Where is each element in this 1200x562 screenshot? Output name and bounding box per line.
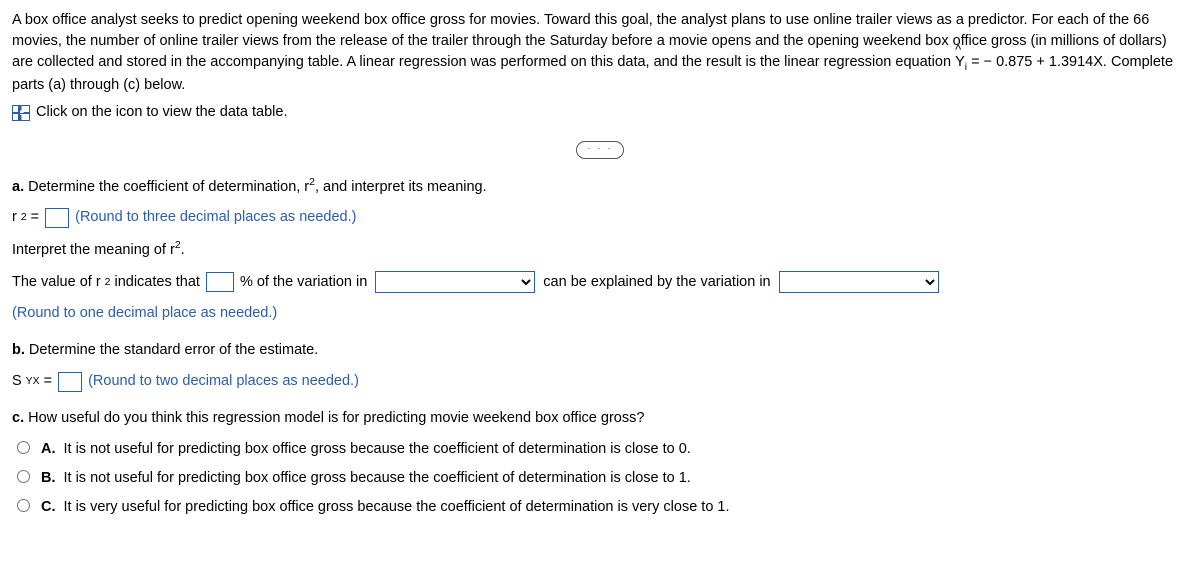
percent-input[interactable] xyxy=(206,272,234,292)
option-a-text: It is not useful for predicting box offi… xyxy=(64,439,691,460)
sent-p1: The value of r xyxy=(12,272,101,293)
part-a-text2: , and interpret its meaning. xyxy=(315,178,487,194)
option-c-label: C. xyxy=(41,497,56,518)
part-a-text: Determine the coefficient of determinati… xyxy=(24,178,309,194)
part-c-label: c. xyxy=(12,410,24,426)
percent-round-hint: (Round to one decimal place as needed.) xyxy=(12,303,1188,324)
part-b: b. Determine the standard error of the e… xyxy=(12,340,1188,392)
sup-2-a4: 2 xyxy=(105,275,111,290)
part-b-label: b. xyxy=(12,342,25,358)
option-c-radio[interactable] xyxy=(17,499,30,512)
part-a: a. Determine the coefficient of determin… xyxy=(12,175,1188,325)
r2-symbol: r xyxy=(12,207,17,228)
option-b-text: It is not useful for predicting box offi… xyxy=(64,468,691,489)
part-c-text: How useful do you think this regression … xyxy=(24,410,644,426)
variation-dropdown-2[interactable] xyxy=(779,271,939,293)
equals-1: = xyxy=(31,207,39,228)
sent-p3: % of the variation in xyxy=(240,272,367,293)
sent-p2: indicates that xyxy=(114,272,199,293)
r2-round-hint: (Round to three decimal places as needed… xyxy=(75,207,356,228)
problem-intro: A box office analyst seeks to predict op… xyxy=(12,10,1188,96)
interpret-head-post: . xyxy=(181,242,185,258)
option-a-radio[interactable] xyxy=(17,441,30,454)
data-table-link[interactable]: Click on the icon to view the data table… xyxy=(36,102,287,123)
r2-input[interactable] xyxy=(45,208,69,228)
variation-dropdown-1[interactable] xyxy=(375,271,535,293)
interpret-head-pre: Interpret the meaning of r xyxy=(12,242,175,258)
part-b-text: Determine the standard error of the esti… xyxy=(25,342,318,358)
syx-s: S xyxy=(12,371,22,392)
option-b-radio[interactable] xyxy=(17,470,30,483)
sup-2-a2: 2 xyxy=(21,210,27,225)
syx-input[interactable] xyxy=(58,372,82,392)
option-c-text: It is very useful for predicting box off… xyxy=(64,497,730,518)
option-b-label: B. xyxy=(41,468,56,489)
content-divider-icon: · · · xyxy=(576,141,624,159)
syx-round-hint: (Round to two decimal places as needed.) xyxy=(88,371,359,392)
option-a-label: A. xyxy=(41,439,56,460)
y-hat-symbol: ^Y xyxy=(955,52,965,73)
part-a-label: a. xyxy=(12,178,24,194)
data-table-icon[interactable] xyxy=(12,105,30,121)
part-c: c. How useful do you think this regressi… xyxy=(12,408,1188,518)
sent-p4: can be explained by the variation in xyxy=(543,272,770,293)
syx-sub: YX xyxy=(26,374,40,389)
equals-2: = xyxy=(44,371,52,392)
